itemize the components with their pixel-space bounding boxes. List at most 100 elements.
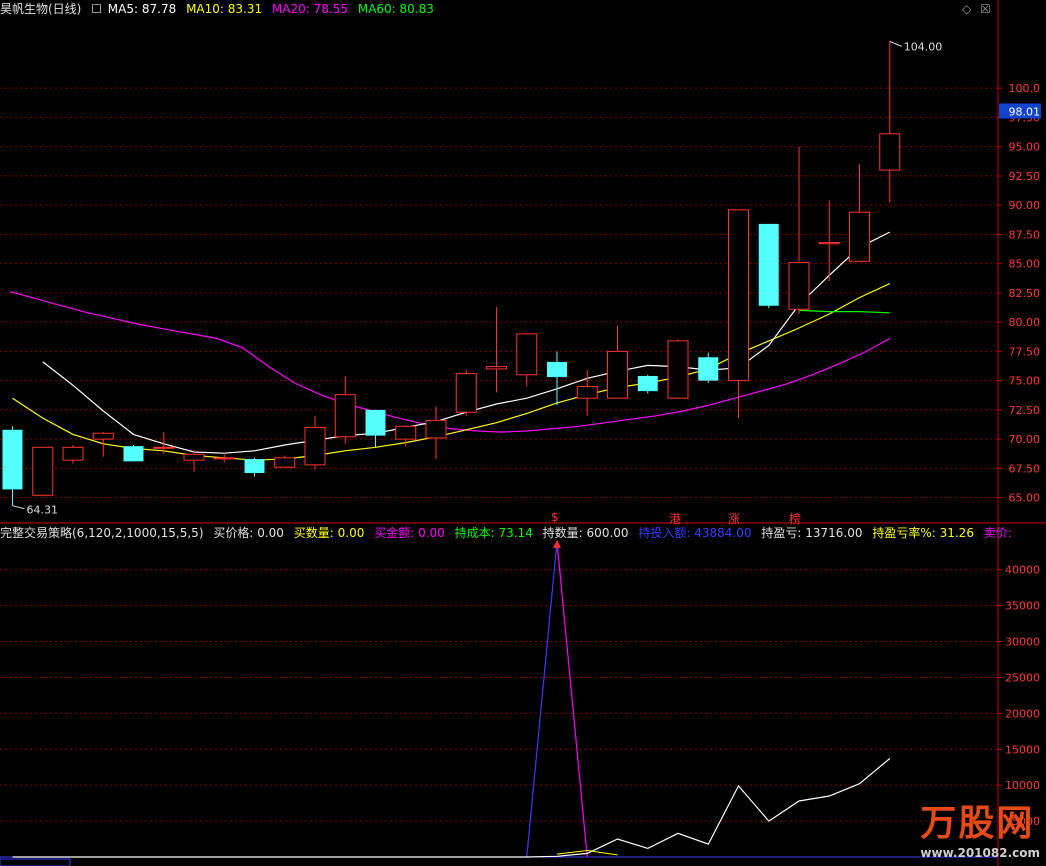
price-header: 昊帆生物(日线) ☐ MA5: 87.78 MA10: 83.31 MA20: … — [0, 1, 440, 17]
buy-price-label: 买价格: — [213, 526, 254, 540]
ma60-label: MA60: — [357, 2, 396, 16]
buy-amount-label: 买金额: — [374, 526, 415, 540]
hold-qty-value: 600.00 — [586, 526, 629, 540]
candle-body-up — [576, 385, 598, 399]
hold-invest-value: 43884.00 — [694, 526, 752, 540]
candle-body-up — [274, 457, 296, 468]
candle-body-up — [849, 211, 870, 262]
hold-invest-rise-line — [526, 541, 558, 858]
sell-price-label: 卖价: — [983, 526, 1012, 540]
candle-body-up — [455, 373, 477, 413]
candle-body-up — [425, 419, 447, 439]
price-tick-label: 82.50 — [1009, 287, 1041, 300]
ma20-line — [9, 291, 891, 433]
candle-body-up — [516, 333, 538, 376]
indicator-name: 完整交易策略(6,120,2,1000,15,5,5) — [0, 526, 204, 540]
candle-body-down — [758, 223, 779, 306]
watermark-logo: 万股网 www.201082.com — [920, 794, 1040, 860]
ma5-value: 87.78 — [141, 2, 177, 16]
candle-body-up — [304, 426, 326, 466]
indicator-tick-label: 10000 — [1005, 779, 1040, 792]
candle-body-down — [365, 409, 386, 436]
candle-body-up — [92, 432, 114, 440]
hold-pnl-pct-label: 持盈亏率%: — [872, 526, 936, 540]
ma20-value: 78.55 — [313, 2, 349, 16]
hold-invest-label: 持投入额: — [638, 526, 691, 540]
high-marker-label: 104.00 — [904, 40, 943, 53]
candle-body-down — [2, 429, 23, 490]
price-tick-label: 80.00 — [1009, 316, 1041, 329]
price-tick-label: 95.00 — [1009, 141, 1041, 154]
kline-chart[interactable]: 100.097.5095.0092.5090.0087.5085.0082.50… — [0, 0, 1046, 866]
candle-body-up — [486, 366, 507, 370]
ma10-line — [12, 282, 891, 461]
candle-body-up — [607, 350, 628, 399]
price-tick-label: 92.50 — [1009, 170, 1041, 183]
candle-body-up — [879, 133, 901, 171]
candle-body-down — [244, 459, 265, 474]
watermark-brand: 万股网 — [920, 803, 1035, 844]
candle-body-up — [213, 457, 235, 460]
candle-body-up — [153, 446, 175, 449]
ma10-value: 83.31 — [227, 2, 263, 16]
price-tick-label: 87.50 — [1009, 228, 1041, 241]
low-marker-label: 64.31 — [27, 504, 59, 517]
stock-name: 昊帆生物(日线) — [0, 2, 82, 16]
candle-body-down — [123, 446, 144, 462]
hold-pnl-value: 13716.00 — [805, 526, 863, 540]
indicator-tick-label: 35000 — [1005, 600, 1040, 613]
price-tick-label: 100.0 — [1009, 82, 1041, 95]
buy-signal-arrow — [553, 539, 561, 548]
candle-body-up — [32, 446, 54, 496]
ma20-label: MA20: — [271, 2, 310, 16]
price-tick-label: 77.50 — [1009, 345, 1041, 358]
buy-qty-value: 0.00 — [337, 526, 365, 540]
candle-body-up — [395, 425, 417, 440]
candle-body-down — [637, 375, 658, 392]
low-marker-line — [12, 505, 25, 510]
price-tick-label: 90.00 — [1009, 199, 1041, 212]
indicator-tick-label: 15000 — [1005, 743, 1040, 756]
indicator-header: 完整交易策略(6,120,2,1000,15,5,5) 买价格: 0.00 买数… — [0, 525, 1018, 541]
high-marker-line — [889, 40, 902, 47]
indicator-tick-label: 20000 — [1005, 707, 1040, 720]
hold-cost-value: 73.14 — [498, 526, 533, 540]
ma60-value: 80.83 — [399, 2, 434, 16]
buy-price-value: 0.00 — [257, 526, 284, 540]
candle-body-down — [698, 357, 719, 381]
indicator-tick-label: 40000 — [1005, 564, 1040, 577]
candle-body-up — [728, 209, 749, 382]
event-badge-dollar[interactable]: $ — [551, 510, 559, 524]
diamond-icon[interactable]: ◇ — [962, 2, 971, 16]
candle-body-down — [547, 361, 567, 378]
indicator-tick-label: 25000 — [1005, 671, 1040, 684]
price-tick-label: 70.00 — [1009, 433, 1041, 446]
hold-pnl-pct-value: 31.26 — [939, 526, 974, 540]
hold-pnl-label: 持盈亏: — [761, 526, 802, 540]
ma10-label: MA10: — [186, 2, 224, 16]
date-axis-stub — [0, 858, 71, 866]
candle-body-up — [334, 394, 356, 438]
ma5-label: MA5: — [107, 2, 139, 16]
price-tick-label: 85.00 — [1009, 258, 1041, 271]
candle-body-up — [183, 453, 205, 461]
ma-legend-icon: ☐ — [91, 2, 102, 16]
price-tick-label: 72.50 — [1009, 404, 1041, 417]
close-icon[interactable]: ☒ — [980, 2, 991, 16]
hold-pnl-line — [12, 758, 891, 858]
current-price-label: 98.01 — [1009, 105, 1041, 118]
hold-qty-label: 持数量: — [542, 526, 583, 540]
hold-invest-fall-line — [556, 541, 588, 858]
candle-body-up — [62, 446, 84, 461]
buy-amount-value: 0.00 — [418, 526, 445, 540]
hold-cost-label: 持成本: — [454, 526, 495, 540]
watermark-url: www.201082.com — [920, 846, 1040, 860]
buy-qty-label: 买数量: — [293, 526, 334, 540]
ma60-line — [798, 309, 890, 314]
price-tick-label: 75.00 — [1009, 375, 1041, 388]
candle-body-up — [788, 261, 810, 310]
candle-body-up — [818, 242, 840, 245]
indicator-tick-label: 30000 — [1005, 636, 1040, 649]
price-tick-label: 67.50 — [1009, 462, 1041, 475]
price-tick-label: 65.00 — [1009, 492, 1041, 505]
